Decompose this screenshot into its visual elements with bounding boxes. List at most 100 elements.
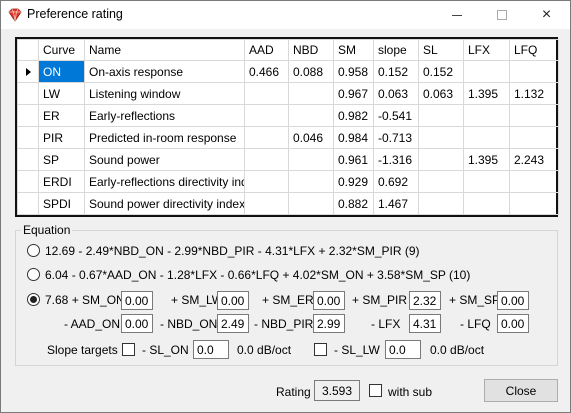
column-header-name[interactable]: Name (84, 39, 245, 61)
table-row[interactable]: LW Listening window 0.967 0.063 0.063 1.… (17, 82, 559, 105)
close-window-button[interactable]: × (524, 1, 569, 29)
cell-nbd[interactable] (288, 148, 334, 171)
cell-name[interactable]: Early-reflections directivity index (84, 170, 245, 193)
sl-on-checkbox[interactable] (122, 343, 135, 356)
cell-slope[interactable]: 0.692 (373, 170, 419, 193)
cell-lfq[interactable] (509, 60, 559, 83)
cell-lfx[interactable]: 1.395 (463, 148, 510, 171)
cell-lfx[interactable] (463, 170, 510, 193)
cell-name[interactable]: On-axis response (84, 60, 245, 83)
equation-10-radio[interactable] (27, 268, 40, 281)
cell-name[interactable]: Early-reflections (84, 104, 245, 127)
cell-slope[interactable]: -0.713 (373, 126, 419, 149)
table-row[interactable]: SPDI Sound power directivity index 0.882… (17, 192, 559, 215)
lfx-field[interactable]: 4.31 (409, 314, 441, 333)
column-header-sl[interactable]: SL (418, 39, 464, 61)
cell-sl[interactable] (418, 126, 464, 149)
cell-slope[interactable]: 1.467 (373, 192, 419, 215)
row-selector[interactable] (17, 82, 39, 105)
cell-lfq[interactable] (509, 192, 559, 215)
cell-lfx[interactable] (463, 192, 510, 215)
cell-aad[interactable] (244, 148, 289, 171)
maximize-button[interactable] (479, 1, 524, 29)
cell-lfq[interactable] (509, 170, 559, 193)
cell-sl[interactable] (418, 170, 464, 193)
sm-pir-field[interactable]: 2.32 (409, 291, 441, 310)
cell-sm[interactable]: 0.929 (333, 170, 374, 193)
cell-slope[interactable]: 0.063 (373, 82, 419, 105)
cell-nbd[interactable] (288, 104, 334, 127)
sm-sp-field[interactable]: 0.00 (497, 291, 529, 310)
close-button[interactable]: Close (484, 379, 558, 402)
cell-nbd[interactable] (288, 192, 334, 215)
custom-equation-radio[interactable] (27, 293, 40, 306)
cell-slope[interactable]: -1.316 (373, 148, 419, 171)
minimize-button[interactable] (434, 1, 479, 29)
cell-lfq[interactable] (509, 126, 559, 149)
cell-aad[interactable] (244, 104, 289, 127)
nbd-on-field[interactable]: 2.49 (217, 314, 249, 333)
table-row[interactable]: ER Early-reflections 0.982 -0.541 (17, 104, 559, 127)
cell-aad[interactable] (244, 192, 289, 215)
equation-10-label[interactable]: 6.04 - 0.67*AAD_ON - 1.28*LFX - 0.66*LFQ… (45, 268, 470, 282)
cell-lfq[interactable]: 2.243 (509, 148, 559, 171)
column-header-aad[interactable]: AAD (244, 39, 289, 61)
row-selector[interactable] (17, 192, 39, 215)
nbd-pir-field[interactable]: 2.99 (313, 314, 345, 333)
row-selector[interactable] (17, 148, 39, 171)
equation-9-radio[interactable] (27, 244, 40, 257)
cell-name[interactable]: Sound power (84, 148, 245, 171)
cell-lfq[interactable]: 1.132 (509, 82, 559, 105)
sm-on-field[interactable]: 0.00 (121, 291, 153, 310)
with-sub-checkbox[interactable] (369, 384, 382, 397)
cell-sl[interactable] (418, 148, 464, 171)
cell-aad[interactable] (244, 170, 289, 193)
cell-aad[interactable] (244, 82, 289, 105)
column-header-lfq[interactable]: LFQ (509, 39, 559, 61)
cell-aad[interactable]: 0.466 (244, 60, 289, 83)
cell-nbd[interactable] (288, 170, 334, 193)
cell-sm[interactable]: 0.984 (333, 126, 374, 149)
cell-lfx[interactable] (463, 126, 510, 149)
cell-name[interactable]: Predicted in-room response (84, 126, 245, 149)
row-selector[interactable] (17, 170, 39, 193)
cell-sl[interactable] (418, 104, 464, 127)
sl-on-field[interactable]: 0.0 (193, 340, 229, 359)
cell-sm[interactable]: 0.967 (333, 82, 374, 105)
cell-aad[interactable] (244, 126, 289, 149)
sl-lw-checkbox[interactable] (314, 343, 327, 356)
sm-er-field[interactable]: 0.00 (313, 291, 345, 310)
cell-lfx[interactable] (463, 104, 510, 127)
lfq-field[interactable]: 0.00 (497, 314, 529, 333)
cell-sm[interactable]: 0.882 (333, 192, 374, 215)
aad-on-field[interactable]: 0.00 (121, 314, 153, 333)
cell-nbd[interactable]: 0.088 (288, 60, 334, 83)
cell-nbd[interactable] (288, 82, 334, 105)
table-row[interactable]: SP Sound power 0.961 -1.316 1.395 2.243 (17, 148, 559, 171)
table-row[interactable]: ERDI Early-reflections directivity index… (17, 170, 559, 193)
cell-curve[interactable]: ERDI (38, 170, 85, 193)
cell-curve[interactable]: SP (38, 148, 85, 171)
equation-9-label[interactable]: 12.69 - 2.49*NBD_ON - 2.99*NBD_PIR - 4.3… (45, 244, 420, 258)
sm-lw-field[interactable]: 0.00 (217, 291, 249, 310)
row-selector[interactable] (17, 126, 39, 149)
row-selector[interactable] (17, 104, 39, 127)
cell-lfx[interactable]: 1.395 (463, 82, 510, 105)
cell-curve[interactable]: ER (38, 104, 85, 127)
cell-slope[interactable]: -0.541 (373, 104, 419, 127)
column-header-nbd[interactable]: NBD (288, 39, 334, 61)
cell-curve[interactable]: LW (38, 82, 85, 105)
cell-sm[interactable]: 0.982 (333, 104, 374, 127)
cell-sm[interactable]: 0.961 (333, 148, 374, 171)
cell-sm[interactable]: 0.958 (333, 60, 374, 83)
cell-curve[interactable]: PIR (38, 126, 85, 149)
sl-lw-field[interactable]: 0.0 (385, 340, 421, 359)
cell-sl[interactable] (418, 192, 464, 215)
cell-name[interactable]: Sound power directivity index (84, 192, 245, 215)
table-row[interactable]: ON On-axis response 0.466 0.088 0.958 0.… (17, 60, 559, 83)
cell-nbd[interactable]: 0.046 (288, 126, 334, 149)
cell-lfx[interactable] (463, 60, 510, 83)
cell-curve[interactable]: ON (38, 60, 85, 83)
table-row[interactable]: PIR Predicted in-room response 0.046 0.9… (17, 126, 559, 149)
cell-lfq[interactable] (509, 104, 559, 127)
